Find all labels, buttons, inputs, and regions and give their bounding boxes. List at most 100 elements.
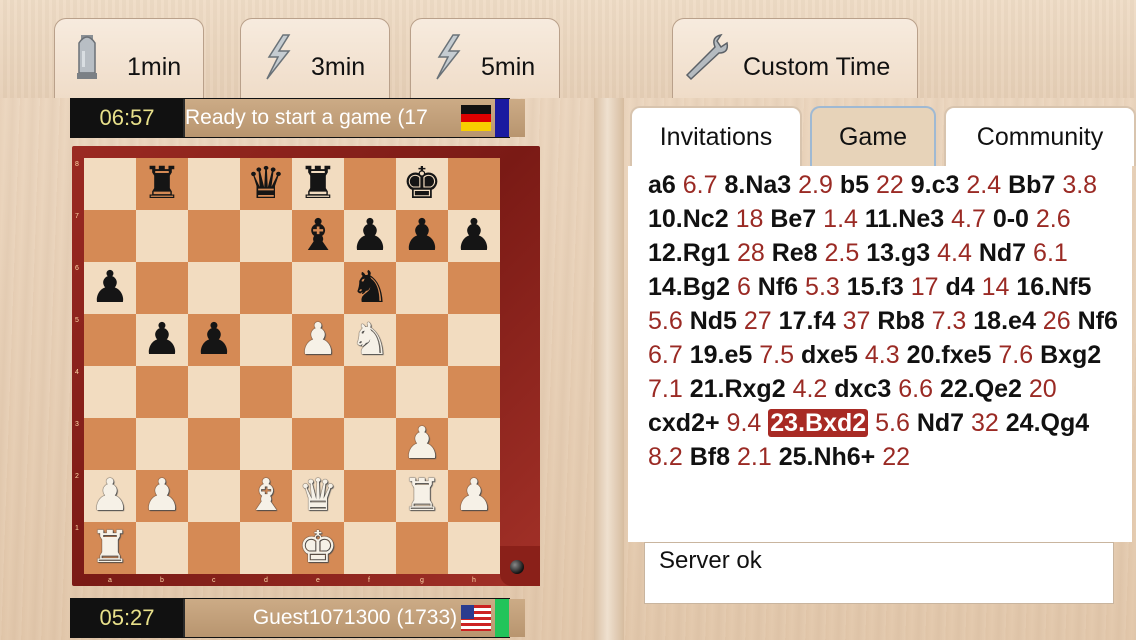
square-h6[interactable] — [448, 262, 500, 314]
move[interactable]: 19.e5 — [690, 341, 753, 369]
square-c7[interactable] — [188, 210, 240, 262]
move[interactable]: Nd5 — [690, 307, 737, 335]
square-d4[interactable] — [240, 366, 292, 418]
current-move[interactable]: 23.Bxd2 — [768, 409, 869, 437]
move[interactable]: 17.f4 — [779, 307, 836, 335]
square-e1[interactable]: e ♚ — [292, 522, 344, 584]
black-pawn-icon[interactable]: ♟ — [90, 262, 129, 314]
move[interactable]: Bxg2 — [1040, 341, 1101, 369]
move[interactable]: 13.g3 — [866, 239, 930, 267]
move[interactable]: Be7 — [770, 205, 816, 233]
move[interactable]: cxd2+ — [648, 409, 720, 437]
square-b2[interactable]: ♟ — [136, 470, 188, 522]
square-g7[interactable]: ♟ — [396, 210, 448, 262]
square-e4[interactable] — [292, 366, 344, 418]
square-e6[interactable] — [292, 262, 344, 314]
square-c6[interactable] — [188, 262, 240, 314]
square-b4[interactable] — [136, 366, 188, 418]
white-pawn-icon[interactable]: ♟ — [90, 470, 129, 522]
square-a1[interactable]: 1 a ♜ — [75, 522, 136, 584]
square-e7[interactable]: ♝ — [292, 210, 344, 262]
white-pawn-icon[interactable]: ♟ — [298, 314, 337, 366]
square-g6[interactable] — [396, 262, 448, 314]
move[interactable]: 20.fxe5 — [907, 341, 992, 369]
square-b7[interactable] — [136, 210, 188, 262]
white-king-icon[interactable]: ♚ — [298, 522, 337, 574]
square-h8[interactable] — [448, 158, 500, 210]
move[interactable]: 10.Nc2 — [648, 205, 729, 233]
move[interactable]: 14.Bg2 — [648, 273, 730, 301]
square-c1[interactable]: c — [188, 522, 240, 584]
square-e5[interactable]: ♟ — [292, 314, 344, 366]
square-d1[interactable]: d — [240, 522, 292, 584]
square-c5[interactable]: ♟ — [188, 314, 240, 366]
move[interactable]: Re8 — [772, 239, 818, 267]
square-f4[interactable] — [344, 366, 396, 418]
move[interactable]: Nf6 — [1078, 307, 1118, 335]
square-a2[interactable]: 2 ♟ — [75, 470, 136, 522]
move-list[interactable]: a6 6.7 8.Na3 2.9 b5 22 9.c3 2.4 Bb7 3.8 … — [628, 166, 1132, 542]
move[interactable]: 12.Rg1 — [648, 239, 730, 267]
move[interactable]: Nf6 — [758, 273, 798, 301]
square-d3[interactable] — [240, 418, 292, 470]
square-d5[interactable] — [240, 314, 292, 366]
white-rook-icon[interactable]: ♜ — [402, 470, 441, 522]
square-h7[interactable]: ♟ — [448, 210, 500, 262]
square-a4[interactable]: 4 — [75, 366, 136, 418]
square-g5[interactable] — [396, 314, 448, 366]
white-pawn-icon[interactable]: ♟ — [142, 470, 181, 522]
square-h4[interactable] — [448, 366, 500, 418]
square-a5[interactable]: 5 — [75, 314, 136, 366]
white-bishop-icon[interactable]: ♝ — [246, 470, 285, 522]
square-h2[interactable]: ♟ — [448, 470, 500, 522]
move[interactable]: 21.Rxg2 — [690, 375, 786, 403]
square-g2[interactable]: ♜ — [396, 470, 448, 522]
chess-board[interactable]: 8 ♜ ♛ ♜ ♚ 7 ♝ ♟ ♟ ♟ 6 ♟ ♞ 5 ♟ ♟ ♟ ♞ 4 3 ♟ 2 ♟ ♟ ♝ ♛ ♜ ♟ 1 a ♜ b c d e ♚ f g h — [75, 158, 500, 584]
move[interactable]: 22.Qe2 — [940, 375, 1022, 403]
square-f7[interactable]: ♟ — [344, 210, 396, 262]
move[interactable]: b5 — [840, 171, 869, 199]
time-1min-button[interactable]: 1min — [54, 18, 204, 98]
square-d6[interactable] — [240, 262, 292, 314]
move[interactable]: 15.f3 — [847, 273, 904, 301]
square-e2[interactable]: ♛ — [292, 470, 344, 522]
square-g8[interactable]: ♚ — [396, 158, 448, 210]
move[interactable]: 25.Nh6+ — [779, 443, 876, 471]
black-pawn-icon[interactable]: ♟ — [402, 210, 441, 262]
white-rook-icon[interactable]: ♜ — [90, 522, 129, 574]
square-e3[interactable] — [292, 418, 344, 470]
tab-invitations[interactable]: Invitations — [630, 106, 802, 166]
move[interactable]: Bf8 — [690, 443, 730, 471]
custom-time-button[interactable]: Custom Time — [672, 18, 918, 98]
square-a3[interactable]: 3 — [75, 418, 136, 470]
square-c3[interactable] — [188, 418, 240, 470]
square-f8[interactable] — [344, 158, 396, 210]
move[interactable]: Nd7 — [979, 239, 1026, 267]
square-b1[interactable]: b — [136, 522, 188, 584]
black-pawn-icon[interactable]: ♟ — [350, 210, 389, 262]
square-b6[interactable] — [136, 262, 188, 314]
black-rook-icon[interactable]: ♜ — [298, 158, 337, 210]
square-b5[interactable]: ♟ — [136, 314, 188, 366]
square-f1[interactable]: f — [344, 522, 396, 584]
time-5min-button[interactable]: 5min — [410, 18, 560, 98]
white-queen-icon[interactable]: ♛ — [298, 470, 337, 522]
square-f6[interactable]: ♞ — [344, 262, 396, 314]
black-pawn-icon[interactable]: ♟ — [194, 314, 233, 366]
square-g1[interactable]: g — [396, 522, 448, 584]
square-h3[interactable] — [448, 418, 500, 470]
square-g3[interactable]: ♟ — [396, 418, 448, 470]
move[interactable]: Bb7 — [1008, 171, 1055, 199]
square-a7[interactable]: 7 — [75, 210, 136, 262]
black-bishop-icon[interactable]: ♝ — [298, 210, 337, 262]
move[interactable]: 24.Qg4 — [1006, 409, 1089, 437]
move[interactable]: Rb8 — [877, 307, 924, 335]
move[interactable]: dxc3 — [834, 375, 891, 403]
white-pawn-icon[interactable]: ♟ — [454, 470, 493, 522]
square-h1[interactable]: h — [448, 522, 500, 584]
black-queen-icon[interactable]: ♛ — [246, 158, 285, 210]
time-3min-button[interactable]: 3min — [240, 18, 390, 98]
square-c8[interactable] — [188, 158, 240, 210]
black-king-icon[interactable]: ♚ — [402, 158, 441, 210]
move[interactable]: 9.c3 — [911, 171, 960, 199]
